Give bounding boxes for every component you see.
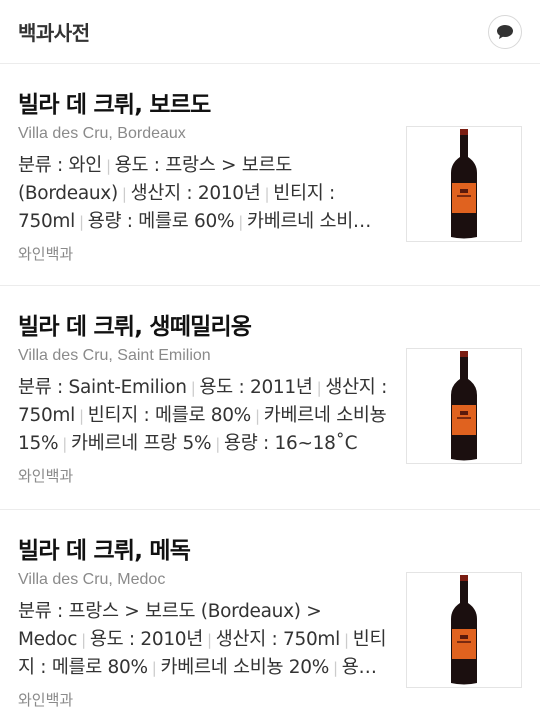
entry-source[interactable]: 와인백과 xyxy=(18,690,522,710)
entry-title[interactable]: 빌라 데 크뤼, 보르도 xyxy=(18,90,522,120)
encyclopedia-entry[interactable]: 빌라 데 크뤼, 보르도 Villa des Cru, Bordeaux 분류 … xyxy=(0,64,540,286)
entry-field: 생산지 : 2010년 xyxy=(130,183,261,204)
speech-bubble-icon xyxy=(497,24,513,39)
entry-source[interactable]: 와인백과 xyxy=(18,466,522,486)
entry-title[interactable]: 빌라 데 크뤼, 메독 xyxy=(18,536,522,566)
entry-description: 분류 : Saint-Emilion | 용도 : 2011년 | 생산지 : 750m… xyxy=(18,377,388,454)
wine-bottle-icon xyxy=(451,575,477,685)
header: 백과사전 xyxy=(0,0,540,64)
feedback-button[interactable] xyxy=(488,14,522,49)
entry-field: 분류 : 와인 xyxy=(18,155,102,176)
wine-bottle-icon xyxy=(451,351,477,461)
entry-field: 용량 : 메를로 60% xyxy=(87,211,235,232)
entry-field: 카베르네 프랑 5% xyxy=(71,433,212,454)
wine-thumbnail[interactable] xyxy=(406,126,522,242)
entry-field: 생산지 : 750ml xyxy=(215,629,341,650)
entry-title[interactable]: 빌라 데 크뤼, 생떼밀리옹 xyxy=(18,312,522,342)
entry-description: 분류 : 프랑스 > 보르도 (Bordeaux) > Medoc | 용도 : 2… xyxy=(18,598,388,682)
encyclopedia-entry[interactable]: 빌라 데 크뤼, 메독 Villa des Cru, Medoc 분류 : 프랑… xyxy=(0,510,540,720)
encyclopedia-entry[interactable]: 빌라 데 크뤼, 생떼밀리옹 Villa des Cru, Saint Emil… xyxy=(0,286,540,510)
entry-description: 분류 : 와인 | 용도 : 프랑스 > 보르도 (Bordeaux) | 생산지 : … xyxy=(18,152,388,236)
entry-field: 분류 : Saint-Emilion xyxy=(18,377,187,398)
entry-field: 빈티지 : 메를로 80% xyxy=(87,405,252,426)
wine-thumbnail[interactable] xyxy=(406,572,522,688)
wine-thumbnail[interactable] xyxy=(406,348,522,464)
page-title: 백과사전 xyxy=(18,21,90,45)
entry-field: 카베르네 소비뇽 20% xyxy=(160,657,330,678)
entry-field: 용도 : 2011년 xyxy=(199,377,313,398)
entry-source[interactable]: 와인백과 xyxy=(18,244,522,264)
wine-bottle-icon xyxy=(451,129,477,239)
entry-field: 용도 : 2010년 xyxy=(89,629,203,650)
entry-field: 용량 : 16~18˚C xyxy=(224,433,358,454)
